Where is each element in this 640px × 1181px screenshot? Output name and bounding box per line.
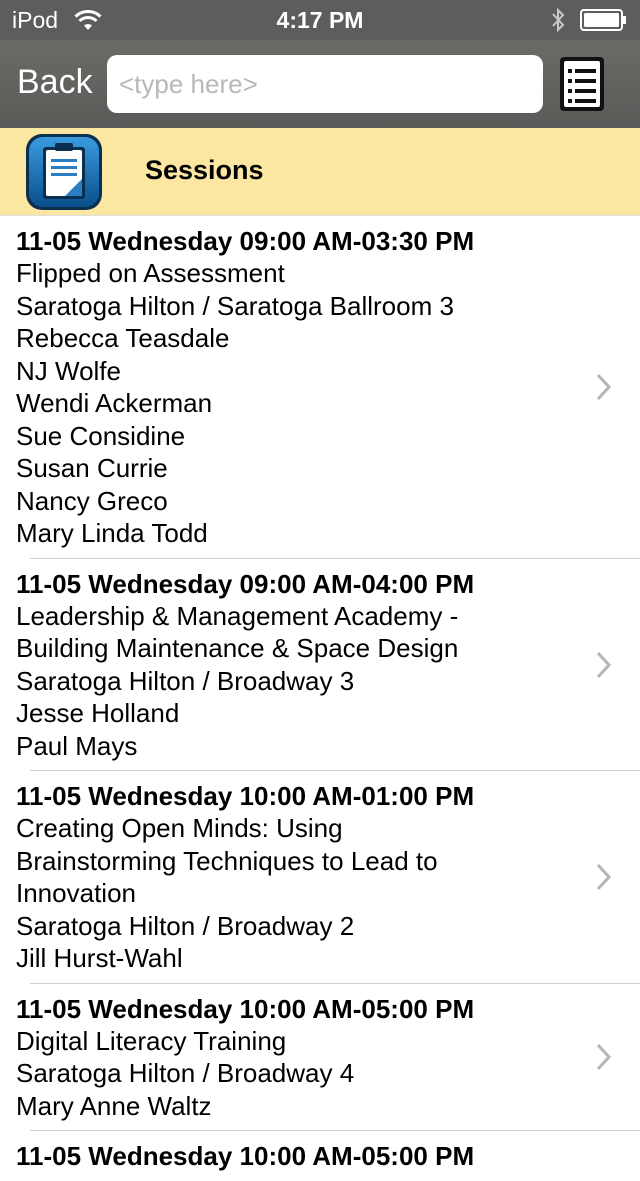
clock-label: 4:17 PM — [276, 7, 364, 33]
list-menu-button[interactable] — [559, 56, 605, 112]
row-divider — [30, 982, 640, 984]
session-row[interactable]: 11-05 Wednesday 10:00 AM-05:00 PM — [0, 1130, 640, 1181]
session-time: 11-05 Wednesday 10:00 AM-05:00 PM — [16, 1141, 475, 1171]
session-title: Digital Literacy Training — [16, 1025, 287, 1056]
nav-bar: Back — [0, 40, 640, 128]
session-row[interactable]: 11-05 Wednesday 10:00 AM-05:00 PM Digital… — [0, 982, 640, 1132]
chevron-right-icon — [596, 1044, 612, 1071]
session-detail: Rebecca Teasdale — [16, 323, 230, 353]
session-detail: Saratoga Hilton / Broadway 4 — [16, 1058, 355, 1088]
session-detail: Saratoga Hilton / Broadway 2 — [16, 910, 355, 941]
session-detail: Building Maintenance & Space Design — [16, 633, 459, 663]
session-row[interactable]: 11-05 Wednesday 09:00 AM-03:30 PM Flipped… — [0, 215, 640, 559]
search-input[interactable] — [107, 55, 543, 113]
section-header: Sessions — [0, 128, 640, 215]
session-detail: Innovation — [16, 878, 136, 908]
sessions-list: 11-05 Wednesday 09:00 AM-03:30 PM Flipped… — [0, 215, 640, 1181]
session-title: Creating Open Minds: Using — [16, 813, 343, 843]
status-bar: iPod 4:17 PM — [0, 0, 640, 40]
session-detail: Saratoga Hilton / Saratoga Ballroom 3 — [16, 290, 454, 321]
row-divider — [30, 557, 640, 559]
session-detail: Nancy Greco — [16, 485, 168, 516]
row-divider — [30, 770, 640, 771]
session-time: 11-05 Wednesday 10:00 AM-05:00 PM — [16, 993, 475, 1024]
session-detail: Mary Linda Todd — [16, 518, 208, 548]
session-detail: Saratoga Hilton / Broadway 3 — [16, 665, 355, 696]
chevron-right-icon — [596, 374, 612, 401]
session-detail: Paul Mays — [16, 730, 138, 761]
session-time: 11-05 Wednesday 09:00 AM-03:30 PM — [16, 226, 475, 256]
chevron-right-icon — [596, 651, 612, 678]
back-button[interactable]: Back — [17, 62, 93, 102]
session-detail: Sue Considine — [16, 420, 186, 451]
row-divider — [30, 1130, 640, 1131]
session-time: 11-05 Wednesday 10:00 AM-01:00 PM — [16, 781, 475, 811]
session-detail: Jill Hurst-Wahl — [16, 943, 183, 973]
session-detail: NJ Wolfe — [16, 355, 121, 386]
session-detail: Wendi Ackerman — [16, 388, 213, 418]
session-detail: Mary Anne Waltz — [16, 1090, 212, 1121]
session-title: Leadership & Management Academy - — [16, 600, 459, 631]
session-row[interactable]: 11-05 Wednesday 10:00 AM-01:00 PM Creatin… — [0, 770, 640, 984]
battery-icon — [580, 9, 626, 31]
chevron-right-icon — [596, 864, 612, 891]
clipboard-icon — [25, 133, 103, 211]
session-time: 11-05 Wednesday 09:00 AM-04:00 PM — [16, 568, 475, 599]
list-icon — [560, 57, 604, 111]
session-row[interactable]: 11-05 Wednesday 09:00 AM-04:00 PM Leaders… — [0, 557, 640, 772]
page-title: Sessions — [145, 155, 264, 185]
session-detail: Brainstorming Techniques to Lead to — [16, 845, 438, 876]
session-title: Flipped on Assessment — [16, 258, 285, 288]
session-detail: Susan Currie — [16, 453, 168, 483]
bluetooth-icon — [550, 6, 566, 39]
session-detail: Jesse Holland — [16, 698, 180, 728]
